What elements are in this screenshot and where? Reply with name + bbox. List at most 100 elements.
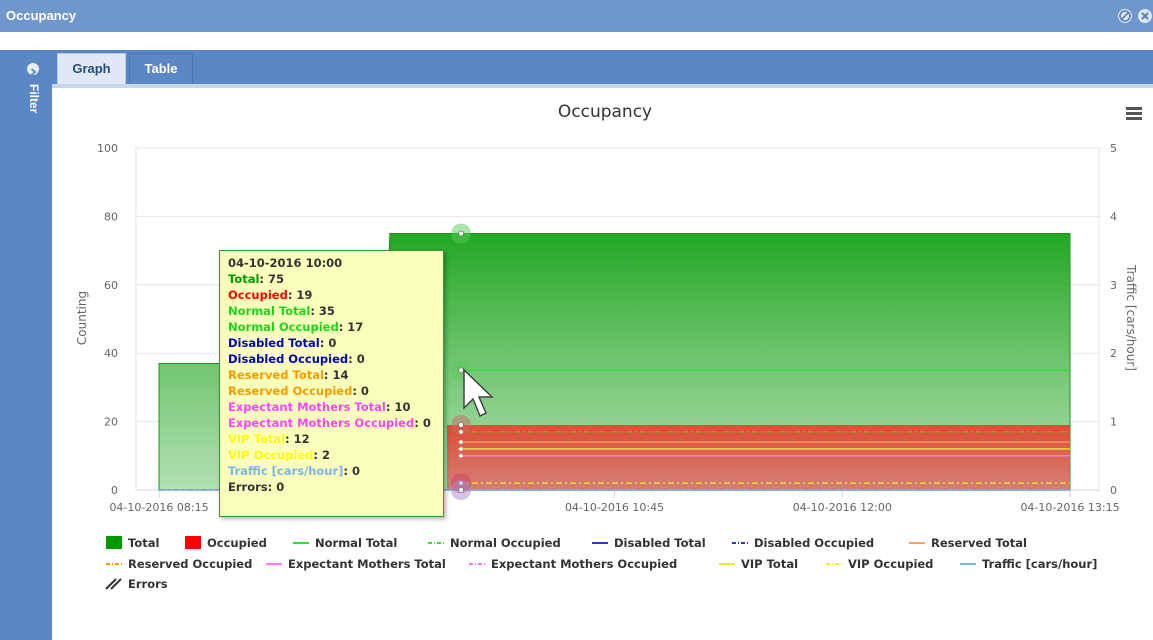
- tooltip-row-value: 12: [293, 432, 310, 446]
- hover-point: [458, 230, 464, 237]
- tooltip-row-label: Disabled Total: [228, 336, 320, 350]
- chart-title: Occupancy: [558, 102, 652, 122]
- hover-point: [458, 453, 464, 459]
- tooltip-row-value: 0: [422, 416, 431, 430]
- tooltip-row-value: 19: [296, 288, 313, 302]
- mouse-cursor-icon: [463, 368, 494, 418]
- legend-label: Total: [128, 536, 159, 550]
- legend-label: Expectant Mothers Total: [288, 557, 446, 571]
- occupancy-chart: Occupancy Counting Traffic [cars/hour] 0…: [75, 102, 1138, 591]
- y2-axis-label: Traffic [cars/hour]: [1124, 264, 1138, 371]
- y-axis-label: Counting: [75, 291, 89, 345]
- y-tick-label: 60: [104, 279, 118, 292]
- legend-item-total[interactable]: Total: [106, 536, 159, 550]
- legend-swatch: [105, 578, 122, 590]
- tooltip-row-value: 0: [356, 352, 365, 366]
- tooltip-row-label: Normal Occupied: [228, 320, 339, 334]
- tooltip-row-label: Expectant Mothers Occupied: [228, 416, 415, 430]
- legend-item-errors[interactable]: Errors: [105, 577, 168, 591]
- tooltip-row-label: Reserved Occupied: [228, 384, 353, 398]
- tooltip-row-value: 0: [328, 336, 337, 350]
- tooltip-row-value: 10: [394, 400, 411, 414]
- x-tick-label: 04-10-2016 08:15: [109, 501, 208, 514]
- series-occupied-area: [447, 425, 1070, 490]
- y-tick-label: 80: [104, 210, 118, 223]
- legend-swatch: [106, 536, 122, 549]
- tooltip-row-label: Traffic [cars/hour]: [228, 464, 344, 478]
- tooltip-row: Disabled Occupied: 0: [228, 352, 365, 366]
- y-tick-label: 40: [104, 347, 118, 360]
- x-tick-label: 04-10-2016 13:15: [1020, 501, 1119, 514]
- y2-tick-label: 0: [1110, 484, 1117, 497]
- tooltip-row-label: Reserved Total: [228, 368, 324, 382]
- y2-tick-label: 3: [1110, 279, 1117, 292]
- tooltip-row-value: 0: [352, 464, 361, 478]
- legend-item-disabled-total[interactable]: Disabled Total: [592, 536, 706, 550]
- chart-menu-icon[interactable]: [1126, 107, 1142, 121]
- tooltip-row: Reserved Total: 14: [228, 368, 349, 382]
- legend-item-vip-occupied[interactable]: VIP Occupied: [826, 557, 933, 571]
- tooltip-row-value: 75: [268, 272, 285, 286]
- tooltip-row: Normal Total: 35: [228, 304, 335, 318]
- legend-label: Occupied: [207, 536, 267, 550]
- legend-item-reserved-occupied[interactable]: Reserved Occupied: [106, 557, 252, 571]
- chart-tooltip: 04-10-2016 10:00 Total: 75 Occupied: 19 No…: [219, 250, 444, 517]
- tooltip-row: VIP Occupied: 2: [228, 448, 331, 462]
- legend-label: Disabled Total: [614, 536, 706, 550]
- tooltip-row-label: Normal Total: [228, 304, 311, 318]
- y-tick-label: 0: [111, 484, 118, 497]
- legend-label: Reserved Total: [931, 536, 1027, 550]
- legend-label: Expectant Mothers Occupied: [491, 557, 677, 571]
- legend-item-normal-occupied[interactable]: Normal Occupied: [428, 536, 561, 550]
- legend-label: Normal Total: [315, 536, 397, 550]
- x-tick-label: 04-10-2016 12:00: [793, 501, 892, 514]
- y2-tick-label: 4: [1110, 210, 1117, 223]
- tooltip-row: Expectant Mothers Occupied: 0: [228, 416, 431, 430]
- legend-item-reserved-total[interactable]: Reserved Total: [909, 536, 1027, 550]
- legend-label: Normal Occupied: [450, 536, 561, 550]
- legend-item-traffic-cars-hour[interactable]: Traffic [cars/hour]: [960, 557, 1097, 571]
- occupancy-window: Occupancy Filter Graph Table Occupancy C…: [0, 0, 1153, 640]
- hover-point: [458, 429, 464, 435]
- tooltip-row-label: VIP Occupied: [228, 448, 314, 462]
- tooltip-header: 04-10-2016 10:00: [228, 256, 343, 270]
- tooltip-row-label: Errors: [228, 480, 268, 494]
- tooltip-row: Disabled Total: 0: [228, 336, 337, 350]
- legend-item-normal-total[interactable]: Normal Total: [293, 536, 397, 550]
- legend-swatch: [185, 536, 201, 549]
- tooltip-row-label: Occupied: [228, 288, 288, 302]
- legend-label: VIP Total: [741, 557, 798, 571]
- tooltip-row: VIP Total: 12: [228, 432, 310, 446]
- y2-tick-label: 2: [1110, 347, 1117, 360]
- legend-item-disabled-occupied[interactable]: Disabled Occupied: [732, 536, 874, 550]
- tooltip-row-value: 35: [318, 304, 335, 318]
- y2-tick-label: 5: [1110, 142, 1117, 155]
- legend-label: VIP Occupied: [848, 557, 933, 571]
- tooltip-row-label: Disabled Occupied: [228, 352, 349, 366]
- tooltip-row: Reserved Occupied: 0: [228, 384, 369, 398]
- tooltip-row: Total: 75: [228, 272, 285, 286]
- tooltip-row-value: 2: [322, 448, 331, 462]
- tooltip-row: Normal Occupied: 17: [228, 320, 364, 334]
- y2-tick-label: 1: [1110, 416, 1117, 429]
- legend-item-vip-total[interactable]: VIP Total: [719, 557, 798, 571]
- tooltip-row: Traffic [cars/hour]: 0: [228, 464, 361, 478]
- tooltip-row-value: 0: [276, 480, 285, 494]
- y-tick-label: 100: [97, 142, 118, 155]
- tooltip-row: Occupied: 19: [228, 288, 313, 302]
- legend-label: Traffic [cars/hour]: [982, 557, 1097, 571]
- hover-point: [458, 439, 464, 445]
- legend-item-expectant-mothers-occupied[interactable]: Expectant Mothers Occupied: [469, 557, 677, 571]
- hover-point: [458, 487, 464, 493]
- y-tick-label: 20: [104, 416, 118, 429]
- tooltip-row-value: 14: [332, 368, 349, 382]
- tooltip-row: Errors: 0: [228, 480, 285, 494]
- tooltip-row-value: 0: [360, 384, 369, 398]
- legend-item-expectant-mothers-total[interactable]: Expectant Mothers Total: [266, 557, 446, 571]
- tooltip-row: Expectant Mothers Total: 10: [228, 400, 411, 414]
- tooltip-row-value: 17: [347, 320, 364, 334]
- legend-item-occupied[interactable]: Occupied: [185, 536, 267, 550]
- hover-point: [458, 446, 464, 452]
- tooltip-row-label: Total: [228, 272, 260, 286]
- tooltip-row-label: VIP Total: [228, 432, 286, 446]
